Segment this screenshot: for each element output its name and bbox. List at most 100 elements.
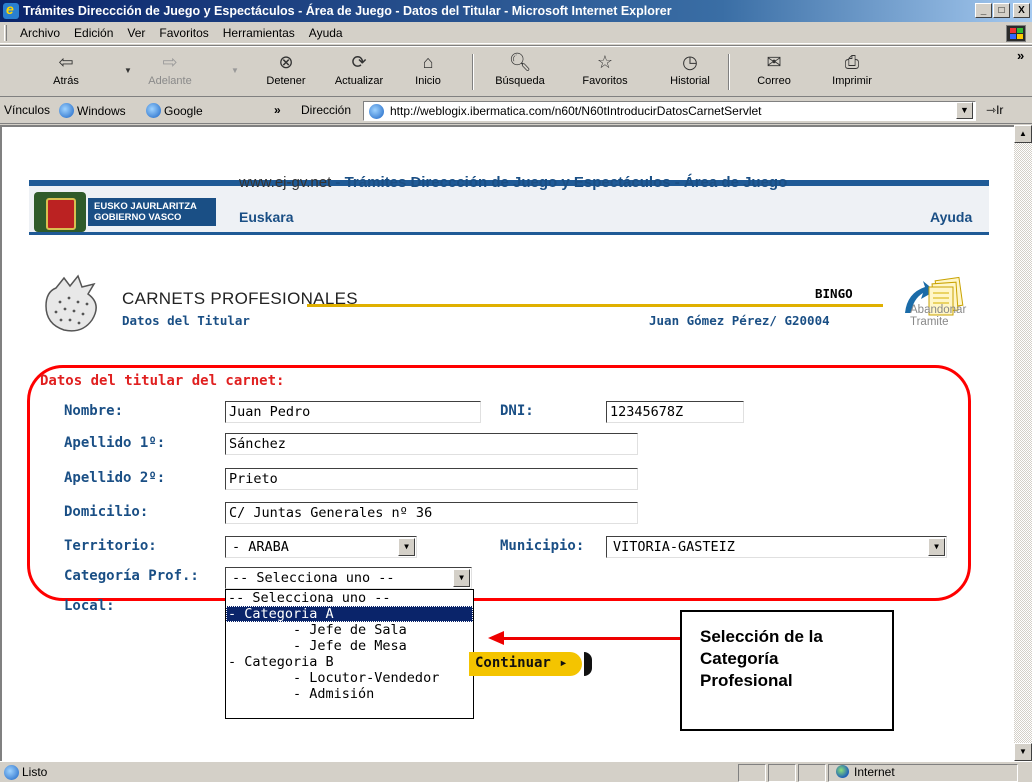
internet-globe-icon	[836, 765, 849, 778]
nombre-field[interactable]: Juan Pedro	[225, 401, 481, 423]
municipio-select[interactable]: VITORIA-GASTEIZ ▼	[606, 536, 947, 558]
menu-ayuda[interactable]: Ayuda	[302, 26, 350, 40]
window-title: Trámites Direccción de Juego y Espectácu…	[23, 4, 672, 18]
address-url: http://weblogix.ibermatica.com/n60t/N60t…	[390, 104, 762, 118]
link-google[interactable]: Google	[146, 103, 203, 118]
forward-dropdown-icon[interactable]: ▼	[231, 66, 239, 75]
scroll-down-icon[interactable]: ▼	[1014, 743, 1032, 761]
site-header-rule	[29, 232, 989, 235]
forward-arrow-icon: ⇨	[162, 52, 178, 72]
holder-name: Juan Gómez Pérez/ G20004	[649, 313, 830, 328]
dropdown-option[interactable]: -- Selecciona uno --	[226, 590, 473, 606]
history-button[interactable]: ◷ Historial	[660, 49, 720, 87]
status-bar: Listo Internet	[0, 761, 1032, 782]
printer-icon: ⎙	[844, 52, 860, 72]
categoria-label: Categoría Prof.:	[64, 568, 199, 584]
domicilio-field[interactable]: C/ Juntas Generales nº 36	[225, 502, 638, 524]
go-label: Ir	[996, 103, 1004, 117]
mail-button[interactable]: ✉ Correo	[744, 49, 804, 87]
menu-herramientas[interactable]: Herramientas	[216, 26, 302, 40]
address-input[interactable]: http://weblogix.ibermatica.com/n60t/N60t…	[363, 101, 976, 121]
chevron-down-icon[interactable]: ▼	[398, 538, 415, 556]
game-label: BINGO	[815, 286, 853, 301]
go-button[interactable]: ⇾Ir	[986, 103, 1003, 117]
search-label: Búsqueda	[495, 75, 545, 87]
categoria-dropdown-list[interactable]: -- Selecciona uno -- - Categoria A - Jef…	[225, 589, 474, 719]
links-overflow-chevron[interactable]: »	[274, 103, 281, 117]
dropdown-option[interactable]: - Jefe de Mesa	[226, 638, 473, 654]
site-title: www.ej-gv.net - Trámites Direccción de J…	[239, 174, 787, 191]
vertical-scrollbar[interactable]: ▲ ▼	[1014, 125, 1032, 761]
callout-line1: Selección de la	[700, 627, 823, 646]
site-title-text: - Trámites Direccción de Juego y Espectá…	[331, 174, 788, 191]
abandon-link[interactable]: Abandonar Tramite	[910, 304, 966, 328]
close-button[interactable]: X	[1013, 3, 1030, 18]
stop-icon: ⊗	[278, 52, 294, 72]
section-title-rule	[307, 304, 883, 307]
apellido2-field[interactable]: Prieto	[225, 468, 638, 490]
ie-page-icon	[369, 104, 384, 119]
dropdown-option[interactable]: - Jefe de Sala	[226, 622, 473, 638]
dropdown-option-selected[interactable]: - Categoria A	[226, 606, 473, 622]
standard-toolbar: ⇦ Atrás ▼ ⇨ Adelante ▼ ⊗ Detener ⟳ Actua…	[0, 45, 1032, 97]
menu-edicion[interactable]: Edición	[67, 26, 120, 40]
toolbar-separator	[472, 54, 474, 90]
dropdown-option[interactable]: - Admisión	[226, 686, 473, 702]
link-windows-label: Windows	[77, 104, 126, 118]
history-icon: ◷	[682, 52, 698, 72]
home-button[interactable]: ⌂ Inicio	[398, 49, 458, 87]
dropdown-option[interactable]: - Categoria B	[226, 654, 473, 670]
chevron-down-icon[interactable]: ▼	[453, 569, 470, 587]
scroll-up-icon[interactable]: ▲	[1014, 125, 1032, 143]
refresh-button[interactable]: ⟳ Actualizar	[329, 49, 389, 87]
search-button[interactable]: 🔍︎ Búsqueda	[490, 49, 550, 87]
back-label: Atrás	[53, 75, 79, 87]
links-label: Vínculos	[4, 103, 51, 117]
go-arrow-icon: ⇾	[986, 103, 997, 117]
help-link[interactable]: Ayuda	[930, 209, 972, 225]
address-dropdown-button[interactable]: ▼	[956, 102, 973, 119]
print-button[interactable]: ⎙ Imprimir	[822, 49, 882, 87]
link-windows[interactable]: Windows	[59, 103, 126, 118]
callout-arrow-line	[502, 637, 680, 640]
menu-favoritos[interactable]: Favoritos	[152, 26, 215, 40]
maximize-button[interactable]: □	[993, 3, 1010, 18]
continue-button[interactable]: Continuar ▸	[469, 652, 582, 676]
chevron-down-icon[interactable]: ▼	[928, 538, 945, 556]
back-dropdown-icon[interactable]: ▼	[124, 66, 132, 75]
status-pane	[768, 764, 796, 782]
dropdown-option[interactable]: - Locutor-Vendedor	[226, 670, 473, 686]
toolbar-overflow-chevron[interactable]: »	[1017, 48, 1024, 63]
logo-line2: GOBIERNO VASCO	[94, 212, 182, 223]
minimize-button[interactable]: _	[975, 3, 992, 18]
favorites-button[interactable]: ☆ Favoritos	[575, 49, 635, 87]
territorio-label: Territorio:	[64, 538, 157, 554]
dni-label: DNI:	[500, 403, 534, 419]
link-google-label: Google	[164, 104, 203, 118]
territorio-select[interactable]: - ARABA ▼	[225, 536, 417, 558]
domicilio-label: Domicilio:	[64, 504, 149, 520]
basque-shield-logo	[34, 192, 86, 232]
ie-page-icon	[146, 103, 161, 118]
menu-archivo[interactable]: Archivo	[13, 26, 67, 40]
back-arrow-icon: ⇦	[58, 52, 74, 72]
categoria-select[interactable]: -- Selecciona uno -- ▼	[225, 567, 472, 589]
print-label: Imprimir	[832, 75, 872, 87]
home-icon: ⌂	[422, 52, 434, 72]
euskara-link[interactable]: Euskara	[239, 209, 293, 225]
apellido1-label: Apellido 1º:	[64, 435, 166, 451]
menu-ver[interactable]: Ver	[120, 26, 152, 40]
form-title: Datos del titular del carnet:	[40, 373, 285, 389]
mail-label: Correo	[757, 75, 791, 87]
municipio-label: Municipio:	[500, 538, 585, 554]
window-title-bar: Trámites Direccción de Juego y Espectácu…	[0, 0, 1032, 22]
stop-button[interactable]: ⊗ Detener	[256, 49, 316, 87]
forward-button[interactable]: ⇨ Adelante	[140, 49, 200, 87]
callout-note: Selección de la Categoría Profesional	[680, 610, 894, 731]
address-label: Dirección	[301, 103, 352, 117]
callout-line3: Profesional	[700, 671, 793, 690]
back-button[interactable]: ⇦ Atrás	[36, 49, 96, 87]
apellido1-field[interactable]: Sánchez	[225, 433, 638, 455]
dni-field[interactable]: 12345678Z	[606, 401, 744, 423]
status-zone: Internet	[854, 765, 895, 779]
